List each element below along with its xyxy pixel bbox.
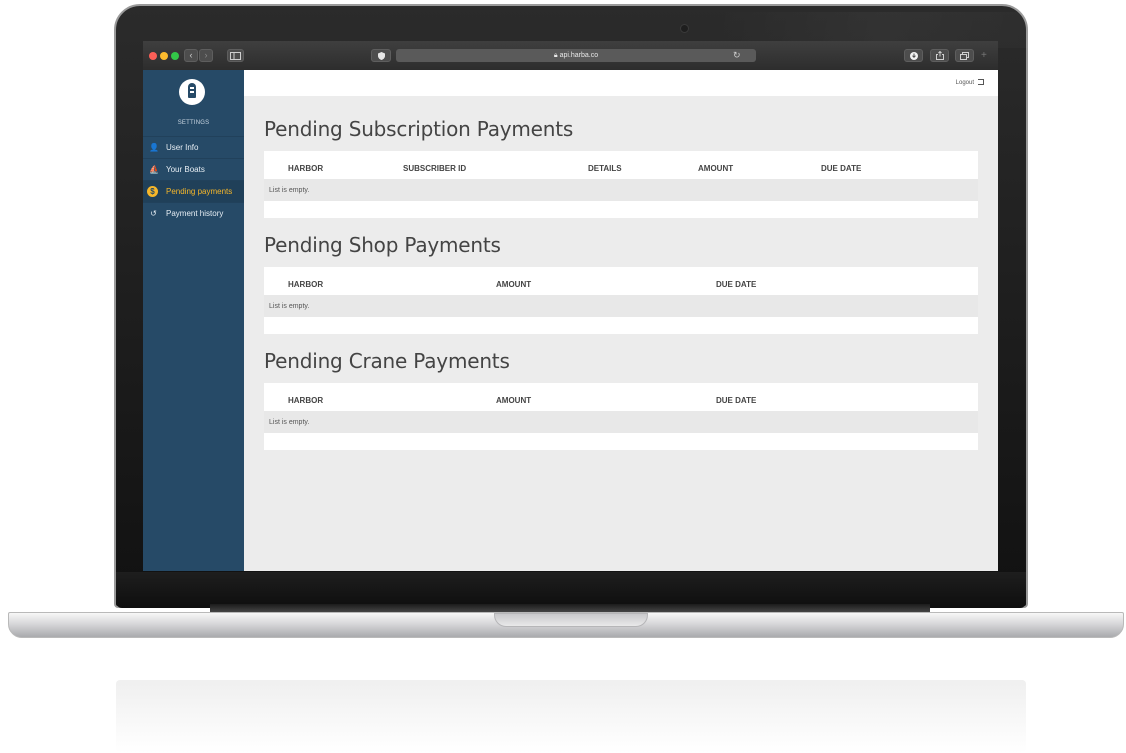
table-footer xyxy=(264,317,978,334)
sidebar-item-label: Pending payments xyxy=(166,187,233,196)
table-row: List is empty. xyxy=(264,295,978,317)
sidebar-toggle-button[interactable] xyxy=(227,49,244,62)
camera-icon xyxy=(680,24,689,33)
boat-icon: ⛵ xyxy=(149,165,159,174)
download-icon xyxy=(909,52,918,60)
sidebar-item-label: User Info xyxy=(166,143,199,152)
shield-icon xyxy=(377,52,385,60)
back-button[interactable]: ‹ xyxy=(184,49,198,62)
table-footer xyxy=(264,433,978,450)
empty-list-message: List is empty. xyxy=(269,303,310,310)
logout-link[interactable]: Logout xyxy=(956,79,984,87)
column-header-harbor[interactable]: HARBOR xyxy=(288,280,323,290)
section-title-subscription: Pending Subscription Payments xyxy=(264,117,574,141)
harba-app: SETTINGS 👤 User Info ⛵ Your Boats $ Pend… xyxy=(143,70,998,571)
close-window-button[interactable] xyxy=(149,52,157,60)
column-header-details[interactable]: DETAILS xyxy=(588,164,622,174)
show-tabs-button[interactable] xyxy=(955,49,974,62)
column-header-due-date[interactable]: DUE DATE xyxy=(716,280,756,290)
share-icon xyxy=(935,50,944,60)
table-footer xyxy=(264,201,978,218)
sidebar-item-pending-payments[interactable]: $ Pending payments xyxy=(143,180,244,202)
sidebar-section-label: SETTINGS xyxy=(177,120,210,126)
main-content: Logout Pending Subscription Payments HAR… xyxy=(244,70,998,571)
column-header-harbor[interactable]: HARBOR xyxy=(288,164,323,174)
column-header-amount[interactable]: AMOUNT xyxy=(698,164,733,174)
harba-logo[interactable] xyxy=(179,79,205,105)
sidebar-icon xyxy=(230,52,241,60)
sidebar-item-label: Payment history xyxy=(166,209,224,218)
shop-payments-table: HARBOR AMOUNT DUE DATE List is empty. xyxy=(264,267,978,334)
browser-toolbar: ‹ › 🔒︎ api.harba.co ↻ + xyxy=(143,41,998,70)
table-header: HARBOR AMOUNT DUE DATE xyxy=(264,267,978,295)
crane-payments-table: HARBOR AMOUNT DUE DATE List is empty. xyxy=(264,383,978,450)
logout-icon xyxy=(978,79,984,86)
empty-list-message: List is empty. xyxy=(269,187,310,194)
section-title-shop: Pending Shop Payments xyxy=(264,233,501,257)
sidebar-item-your-boats[interactable]: ⛵ Your Boats xyxy=(143,158,244,180)
laptop-chin xyxy=(116,572,1026,608)
laptop-reflection xyxy=(116,680,1026,753)
sidebar-item-payment-history[interactable]: ↺ Payment history xyxy=(143,202,244,224)
column-header-amount[interactable]: AMOUNT xyxy=(496,280,531,290)
table-header: HARBOR SUBSCRIBER ID DETAILS AMOUNT DUE … xyxy=(264,151,978,179)
downloads-button[interactable] xyxy=(904,49,923,62)
zoom-window-button[interactable] xyxy=(171,52,179,60)
new-tab-button[interactable]: + xyxy=(981,51,987,61)
table-header: HARBOR AMOUNT DUE DATE xyxy=(264,383,978,411)
user-icon: 👤 xyxy=(149,143,159,152)
minimize-window-button[interactable] xyxy=(160,52,168,60)
forward-button[interactable]: › xyxy=(199,49,213,62)
sidebar-item-user-info[interactable]: 👤 User Info xyxy=(143,136,244,158)
privacy-shield-button[interactable] xyxy=(371,49,391,62)
sidebar-item-label: Your Boats xyxy=(166,165,205,174)
browser-window: ‹ › 🔒︎ api.harba.co ↻ + SETTINGS 👤 User … xyxy=(143,41,998,571)
column-header-subscriber-id[interactable]: SUBSCRIBER ID xyxy=(403,164,466,174)
history-icon: ↺ xyxy=(150,209,157,218)
address-bar[interactable]: 🔒︎ api.harba.co xyxy=(396,49,756,62)
laptop-notch xyxy=(494,613,648,627)
top-bar: Logout xyxy=(244,70,998,96)
lighthouse-icon xyxy=(188,83,196,98)
empty-list-message: List is empty. xyxy=(269,419,310,426)
reload-button[interactable]: ↻ xyxy=(733,50,741,61)
column-header-amount[interactable]: AMOUNT xyxy=(496,396,531,406)
column-header-due-date[interactable]: DUE DATE xyxy=(716,396,756,406)
address-url: api.harba.co xyxy=(559,52,599,59)
column-header-due-date[interactable]: DUE DATE xyxy=(821,164,861,174)
column-header-harbor[interactable]: HARBOR xyxy=(288,396,323,406)
lock-icon: 🔒︎ xyxy=(553,52,558,59)
table-row: List is empty. xyxy=(264,179,978,201)
table-row: List is empty. xyxy=(264,411,978,433)
subscription-payments-table: HARBOR SUBSCRIBER ID DETAILS AMOUNT DUE … xyxy=(264,151,978,218)
tabs-icon xyxy=(960,52,969,60)
laptop-mockup: ‹ › 🔒︎ api.harba.co ↻ + SETTINGS 👤 User … xyxy=(0,0,1126,753)
logout-label: Logout xyxy=(955,80,974,86)
share-button[interactable] xyxy=(930,49,949,62)
section-title-crane: Pending Crane Payments xyxy=(264,349,510,373)
dollar-icon: $ xyxy=(147,186,158,197)
sidebar: SETTINGS 👤 User Info ⛵ Your Boats $ Pend… xyxy=(143,70,244,571)
